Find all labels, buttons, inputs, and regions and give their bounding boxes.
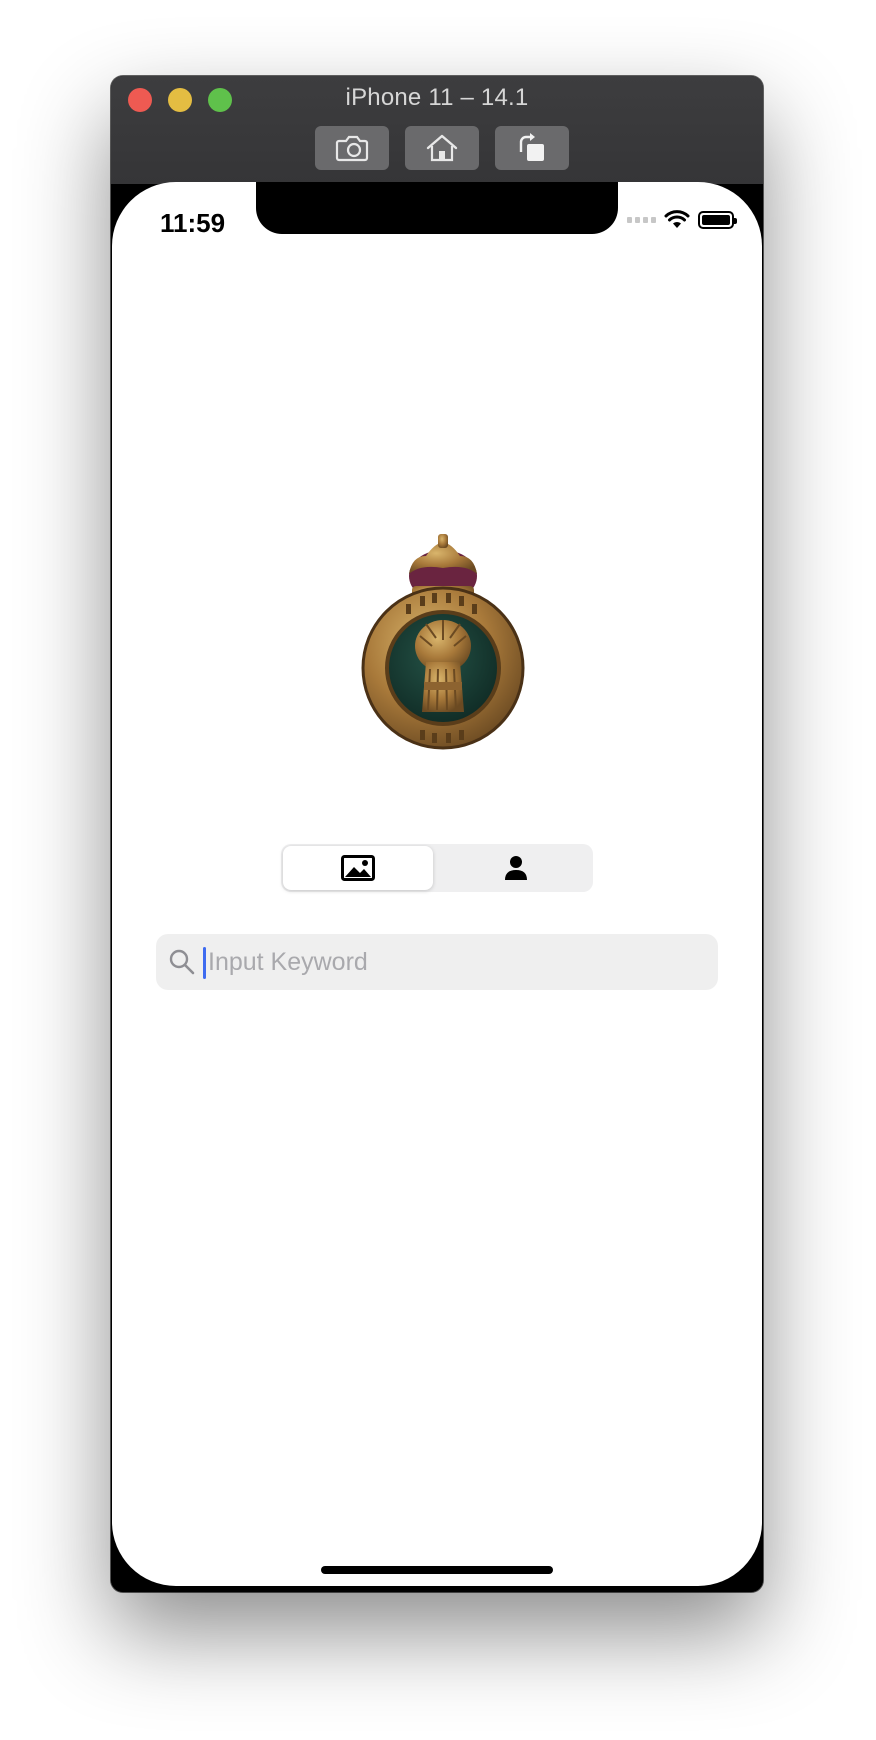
- home-indicator[interactable]: [321, 1566, 553, 1574]
- device-screen: 11:59: [112, 182, 762, 1586]
- search-bar: [156, 934, 718, 990]
- screenshot-icon: [335, 135, 369, 162]
- person-icon: [505, 856, 527, 880]
- device-frame: 11:59: [111, 182, 763, 1592]
- simulator-titlebar: iPhone 11 – 14.1: [111, 76, 763, 185]
- stage: iPhone 11 – 14.1 11:59 Input Keyword: [0, 0, 876, 1740]
- signal-icon: [627, 217, 656, 223]
- search-icon: [169, 949, 195, 975]
- rotate-icon: [519, 133, 544, 161]
- wifi-icon: [664, 210, 690, 228]
- screenshot-button[interactable]: [315, 126, 389, 170]
- notch: [256, 182, 618, 234]
- window-title: iPhone 11 – 14.1: [345, 84, 529, 111]
- search-type-segmented-control: [281, 844, 593, 892]
- search-input[interactable]: [206, 934, 708, 990]
- battery-icon: [698, 211, 737, 229]
- status-time: 11:59: [160, 208, 226, 238]
- rotate-button[interactable]: [495, 126, 569, 170]
- image-icon: [341, 855, 375, 881]
- simulator-window: iPhone 11 – 14.1 11:59 Input Keyword: [111, 76, 763, 1592]
- home-button[interactable]: [405, 126, 479, 170]
- status-icons: [627, 210, 737, 230]
- segment-image-search[interactable]: [283, 846, 433, 890]
- home-icon: [426, 134, 458, 162]
- segment-person-search[interactable]: [441, 846, 591, 890]
- regimental-badge-image: [360, 534, 526, 760]
